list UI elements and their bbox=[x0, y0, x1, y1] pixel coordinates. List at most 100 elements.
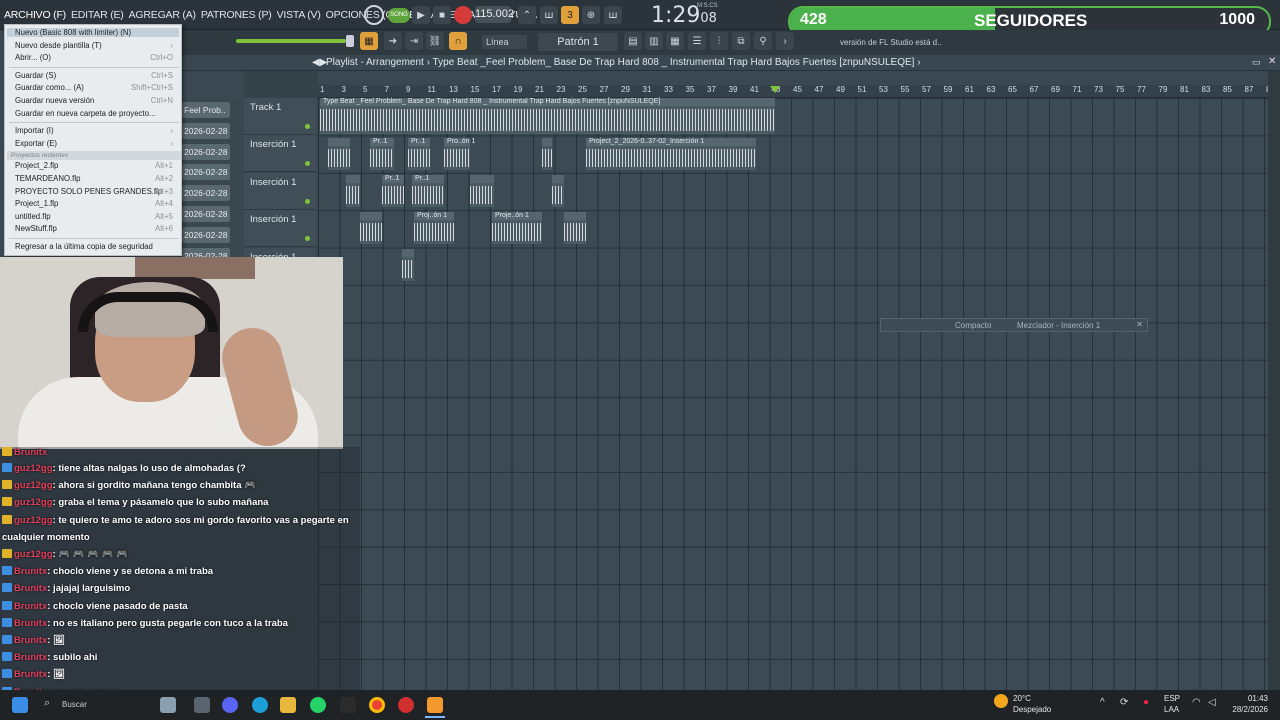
taskbar-search[interactable]: Buscar bbox=[62, 700, 87, 709]
search-icon[interactable]: ⌕ bbox=[44, 697, 50, 710]
countdown-icon[interactable]: 3 bbox=[561, 6, 579, 24]
chat-username[interactable]: Brunitx bbox=[14, 583, 47, 594]
track-led-icon[interactable] bbox=[305, 198, 310, 204]
menu-item-5[interactable]: OPCIONES (O) bbox=[326, 9, 397, 21]
pattern-mode-icon[interactable]: ⌃ bbox=[518, 6, 536, 24]
step-icon[interactable]: ⇥ bbox=[405, 32, 423, 50]
audio-clip[interactable]: Project_2_2026-0..37-02_Inserción 1 bbox=[586, 138, 756, 170]
chat-username[interactable]: Brunitx bbox=[14, 635, 47, 646]
loop-record-icon[interactable]: ⊕ bbox=[582, 6, 600, 24]
blend-icon[interactable]: ꟺ bbox=[604, 6, 622, 24]
chat-username[interactable]: guz12gg bbox=[14, 480, 53, 491]
sliders-icon[interactable]: ⫶ bbox=[710, 32, 728, 50]
audio-clip[interactable] bbox=[328, 138, 350, 170]
file-menu-item[interactable]: Project_2.flp bbox=[15, 161, 58, 170]
file-menu-item[interactable]: Guardar nueva versión bbox=[15, 96, 94, 105]
master-volume-slider[interactable] bbox=[236, 39, 346, 43]
mic-icon[interactable]: ● bbox=[1143, 697, 1149, 708]
track-header[interactable]: Inserción 1 bbox=[244, 210, 316, 248]
audio-clip[interactable]: Pro..ón 1 bbox=[444, 138, 475, 170]
audio-clip[interactable]: Pr..1 bbox=[370, 138, 394, 170]
playhead-marker-icon[interactable] bbox=[770, 86, 780, 93]
file-menu-item[interactable]: NewStuff.flp bbox=[15, 224, 57, 233]
browser-icon[interactable]: ☰ bbox=[688, 32, 706, 50]
picker-item[interactable]: Feel Prob.. bbox=[182, 102, 230, 118]
audio-clip[interactable]: Pr..1 bbox=[412, 175, 444, 207]
taskview-icon[interactable] bbox=[194, 697, 210, 713]
file-menu-item[interactable]: Nuevo (Basic 808 with limiter) (N) bbox=[7, 28, 179, 37]
track-header[interactable]: Track 1 bbox=[244, 98, 316, 135]
piano-roll-icon[interactable]: ▦ bbox=[666, 32, 684, 50]
track-led-icon[interactable] bbox=[305, 161, 310, 167]
file-menu-item[interactable]: Regresar a la última copia de seguridad bbox=[15, 242, 153, 251]
snap-select[interactable]: Línea bbox=[482, 35, 527, 49]
chat-username[interactable]: guz12gg bbox=[14, 549, 53, 560]
plugin-icon[interactable]: ⧉ bbox=[732, 32, 750, 50]
track-led-icon[interactable] bbox=[305, 124, 310, 129]
file-menu-item[interactable]: Importar (I) bbox=[15, 126, 54, 135]
record-icon[interactable] bbox=[454, 6, 472, 24]
file-menu-item[interactable]: Nuevo desde plantilla (T) bbox=[15, 41, 102, 50]
volume-knob-icon[interactable] bbox=[346, 35, 354, 47]
file-menu-item[interactable]: Project_1.flp bbox=[15, 199, 58, 208]
maximize-icon[interactable]: ▭ bbox=[1252, 57, 1261, 68]
audio-clip[interactable]: Type Beat _Feel Problem_ Base De Trap Ha… bbox=[320, 98, 775, 134]
audio-clip[interactable] bbox=[564, 212, 586, 244]
system-clock[interactable]: 01:43 28/2/2026 bbox=[1226, 693, 1268, 715]
playlist-grid[interactable]: Type Beat _Feel Problem_ Base De Trap Ha… bbox=[318, 98, 1268, 696]
snap-icon[interactable]: ▦ bbox=[360, 32, 378, 50]
arrow-right-icon[interactable]: ➜ bbox=[384, 32, 402, 50]
file-menu-item[interactable]: untitled.flp bbox=[15, 212, 51, 221]
mixer-close-icon[interactable]: ✕ bbox=[1136, 320, 1143, 329]
audio-clip[interactable]: Pr..1 bbox=[382, 175, 404, 207]
file-menu-item[interactable]: PROYECTO SOLO PENES GRANDES.flp bbox=[15, 187, 162, 196]
mixer-icon[interactable]: ▤ bbox=[624, 32, 642, 50]
file-menu-item[interactable]: Guardar como... (A) bbox=[15, 83, 84, 92]
mixer-window-bar[interactable]: Compacto Mezclador - Inserción 1 ✕ bbox=[880, 318, 1148, 332]
wifi-icon[interactable]: ◠ bbox=[1192, 697, 1201, 708]
file-menu-item[interactable]: TEMARDEANO.flp bbox=[15, 174, 80, 183]
network-tray-icon[interactable]: ⟳ bbox=[1120, 697, 1128, 708]
plug-icon[interactable]: ⚲ bbox=[754, 32, 772, 50]
stop-icon[interactable]: ■ bbox=[433, 6, 451, 24]
chrome-icon[interactable] bbox=[369, 697, 385, 713]
track-led-icon[interactable] bbox=[305, 236, 310, 242]
magnet-icon[interactable]: ∩ bbox=[449, 32, 467, 50]
metronome-icon[interactable] bbox=[364, 5, 384, 25]
track-header[interactable]: Inserción 1 bbox=[244, 135, 316, 173]
picker-item[interactable]: 2026-02-28 0.. bbox=[182, 226, 230, 243]
menu-item-1[interactable]: EDITAR (E) bbox=[71, 9, 124, 21]
pattern-selector[interactable]: Patrón 1 bbox=[538, 33, 618, 51]
picker-item[interactable]: 2026-02-28 0.. bbox=[182, 206, 230, 222]
audio-clip[interactable] bbox=[542, 138, 552, 170]
chat-username[interactable]: Brunitx bbox=[14, 652, 47, 663]
audio-clip[interactable] bbox=[470, 175, 494, 207]
picker-item[interactable]: 2026-02-28 0.. bbox=[182, 185, 230, 202]
channel-rack-icon[interactable]: ▥ bbox=[645, 32, 663, 50]
chat-username[interactable]: Brunitx bbox=[14, 618, 47, 629]
mixer-compact-label[interactable]: Compacto bbox=[955, 321, 991, 330]
picker-item[interactable]: 2026-02-28 0.. bbox=[182, 164, 230, 181]
audio-clip[interactable]: Proje..ón 1 bbox=[492, 212, 542, 244]
epic-games-icon[interactable] bbox=[340, 697, 356, 713]
file-menu-item[interactable]: Abrir... (O) bbox=[15, 53, 51, 62]
weather-widget[interactable]: 20°C Despejado bbox=[1013, 693, 1051, 715]
song-mode-button[interactable]: SONG bbox=[388, 8, 410, 23]
language-indicator[interactable]: ESP LAA bbox=[1164, 693, 1180, 715]
discord-icon[interactable] bbox=[222, 697, 238, 713]
tempo-display[interactable]: 115.002 bbox=[475, 6, 514, 23]
edge-icon[interactable] bbox=[252, 697, 268, 713]
car-icon[interactable] bbox=[160, 697, 176, 713]
wait-icon[interactable]: ꟺ bbox=[540, 6, 558, 24]
timeline-ruler[interactable]: 1 3 5 7 9 11 13 15 17 19 21 23 25 27 29 31 33 35 37 39 41 43 4… bbox=[318, 85, 1275, 98]
chevron-icon[interactable]: › bbox=[776, 32, 794, 50]
chat-username[interactable]: Brunitx bbox=[14, 601, 47, 612]
chat-username[interactable]: guz12gg bbox=[14, 497, 53, 508]
menu-item-2[interactable]: AGREGAR (A) bbox=[129, 9, 196, 21]
file-menu-item[interactable]: Guardar (S) bbox=[15, 71, 56, 80]
vertical-scrollbar[interactable] bbox=[1268, 71, 1280, 696]
audio-clip[interactable] bbox=[346, 175, 360, 207]
track-header[interactable]: Inserción 1 bbox=[244, 172, 316, 210]
obs-icon[interactable] bbox=[398, 697, 414, 713]
chat-username[interactable]: Brunitx bbox=[14, 669, 47, 680]
